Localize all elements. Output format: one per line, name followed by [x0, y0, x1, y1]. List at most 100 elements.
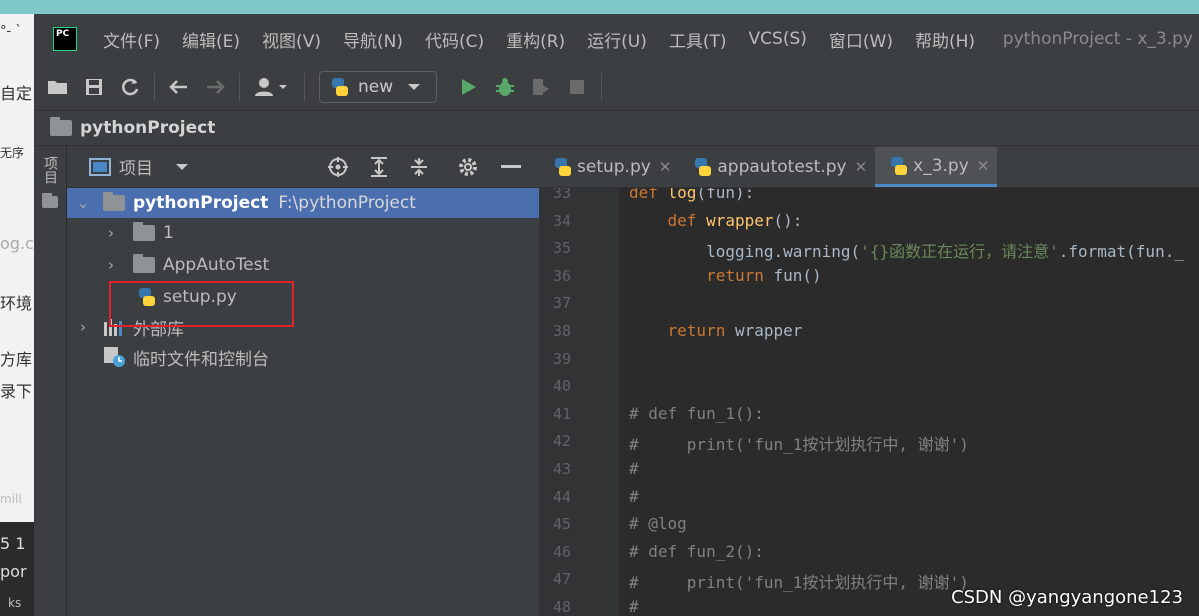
close-icon[interactable]: ✕ — [977, 157, 990, 175]
project-panel-header: 项目 — [67, 146, 539, 188]
code-text: # — [629, 487, 639, 506]
toolbar-separator — [154, 73, 155, 101]
chevron-down-icon[interactable]: ⌄ — [75, 194, 91, 212]
project-tool-button[interactable]: 项目 — [40, 156, 60, 208]
chevron-down-icon — [408, 84, 421, 90]
forward-arrow-icon[interactable] — [203, 75, 227, 99]
menu-navigate[interactable]: 导航(N) — [343, 27, 403, 52]
gear-icon[interactable] — [457, 156, 479, 178]
line-number: 46 — [552, 542, 571, 561]
code-line: 37 — [539, 290, 1199, 318]
chevron-down-icon[interactable] — [175, 162, 189, 172]
code-text: # — [629, 459, 639, 478]
code-token: wrapper — [734, 321, 803, 340]
code-token: # print('fun_1按计划执行中, 谢谢') — [629, 573, 969, 593]
project-panel-title[interactable]: 项目 — [119, 154, 153, 179]
code-text: # — [629, 597, 639, 616]
breadcrumb-project[interactable]: pythonProject — [80, 118, 215, 138]
menu-refactor[interactable]: 重构(R) — [506, 27, 565, 52]
main-toolbar: new — [34, 64, 1199, 110]
toolbar-separator — [239, 73, 240, 101]
menu-vcs[interactable]: VCS(S) — [749, 29, 807, 49]
code-line: 39 — [539, 346, 1199, 374]
background-window: °- ` 自定 无序 og.c 环境 方库 录下 mill 5 1 por ks — [0, 14, 34, 616]
code-line: 35 logging.warning('{}函数正在运行，请注意'.format… — [539, 235, 1199, 263]
folder-icon — [50, 117, 72, 136]
open-folder-icon[interactable] — [46, 75, 70, 99]
expand-all-icon[interactable] — [369, 156, 389, 178]
menu-edit[interactable]: 编辑(E) — [182, 27, 240, 52]
tree-item-appautotest[interactable]: › AppAutoTest — [67, 250, 539, 280]
debug-icon[interactable] — [493, 75, 517, 99]
python-file-icon — [889, 156, 908, 175]
menu-run[interactable]: 运行(U) — [587, 27, 647, 52]
tab-label: setup.py — [577, 157, 651, 177]
tab-x3-py[interactable]: x_3.py ✕ — [875, 147, 998, 187]
folder-icon — [103, 192, 125, 211]
code-line: 34 def wrapper(): — [539, 208, 1199, 236]
highlight-box — [109, 281, 294, 327]
line-number: 37 — [552, 294, 571, 313]
collapse-all-icon[interactable] — [409, 156, 429, 178]
editor-tabs: setup.py ✕ appautotest.py ✕ x_3.py ✕ — [539, 146, 1199, 188]
tree-root-path: F:\pythonProject — [278, 193, 416, 213]
background-window-titlebar — [0, 0, 1199, 14]
menu-file[interactable]: 文件(F) — [103, 27, 160, 52]
tree-item-label: 1 — [163, 223, 174, 243]
tree-root-pythonproject[interactable]: ⌄ pythonProject F:\pythonProject — [67, 188, 539, 218]
code-token: '{}函数正在运行，请注意' — [860, 242, 1059, 262]
code-line: 45 # @log — [539, 511, 1199, 539]
code-token: # — [629, 597, 639, 616]
watermark: CSDN @yangyangone123 — [951, 587, 1183, 608]
menu-view[interactable]: 视图(V) — [262, 27, 321, 52]
menu-help[interactable]: 帮助(H) — [915, 27, 975, 52]
coverage-icon[interactable] — [529, 75, 553, 99]
code-token: def — [667, 210, 707, 230]
menu-code[interactable]: 代码(C) — [425, 27, 484, 52]
sync-icon[interactable] — [118, 75, 142, 99]
code-text: # print('fun_1按计划执行中, 谢谢') — [629, 431, 969, 455]
code-token: return — [667, 321, 735, 340]
line-number: 48 — [552, 598, 571, 616]
close-icon[interactable]: ✕ — [855, 158, 868, 176]
chevron-right-icon[interactable]: › — [103, 224, 119, 242]
line-number: 34 — [552, 211, 571, 230]
toolbar-separator — [601, 73, 602, 101]
stop-icon[interactable] — [565, 75, 589, 99]
menu-window[interactable]: 窗口(W) — [829, 27, 893, 52]
menu-tools[interactable]: 工具(T) — [669, 27, 727, 52]
tab-appautotest-py[interactable]: appautotest.py ✕ — [679, 147, 875, 187]
code-editor[interactable]: 33 def log(fun): 34 def wrapper(): 35 loggi… — [539, 188, 1199, 616]
line-number: 47 — [552, 570, 571, 589]
code-line: 36 return fun() — [539, 263, 1199, 291]
run-icon[interactable] — [457, 75, 481, 99]
toolbar-separator — [304, 73, 305, 101]
code-line: 44 # — [539, 484, 1199, 512]
tree-item-scratches[interactable]: 临时文件和控制台 — [67, 342, 539, 372]
bg-text: ks — [8, 596, 22, 610]
code-token: # def fun_1(): — [629, 403, 764, 423]
code-line: 41 # def fun_1(): — [539, 401, 1199, 429]
code-line: 42 # print('fun_1按计划执行中, 谢谢') — [539, 428, 1199, 456]
scratches-icon — [104, 347, 125, 367]
chevron-right-icon[interactable]: › — [103, 256, 119, 274]
code-token: # print('fun_1按计划执行中, 谢谢') — [629, 435, 969, 455]
python-icon — [330, 78, 348, 96]
tab-setup-py[interactable]: setup.py ✕ — [539, 147, 679, 187]
close-icon[interactable]: ✕ — [659, 158, 672, 176]
line-number: 39 — [552, 349, 571, 368]
user-dropdown-icon[interactable] — [252, 75, 292, 99]
back-arrow-icon[interactable] — [167, 75, 191, 99]
code-token: return — [706, 265, 774, 285]
logo-text: PC — [56, 29, 70, 39]
save-icon[interactable] — [82, 75, 106, 99]
code-line: 40 — [539, 373, 1199, 401]
ide-window: PC 文件(F) 编辑(E) 视图(V) 导航(N) 代码(C) 重构(R) 运… — [34, 14, 1199, 616]
locate-icon[interactable] — [327, 156, 349, 178]
minimize-icon[interactable] — [501, 164, 521, 169]
code-token: (): — [773, 210, 803, 230]
run-config-select[interactable]: new — [319, 71, 437, 103]
tree-item-1[interactable]: › 1 — [67, 218, 539, 248]
chevron-right-icon[interactable]: › — [75, 318, 91, 336]
